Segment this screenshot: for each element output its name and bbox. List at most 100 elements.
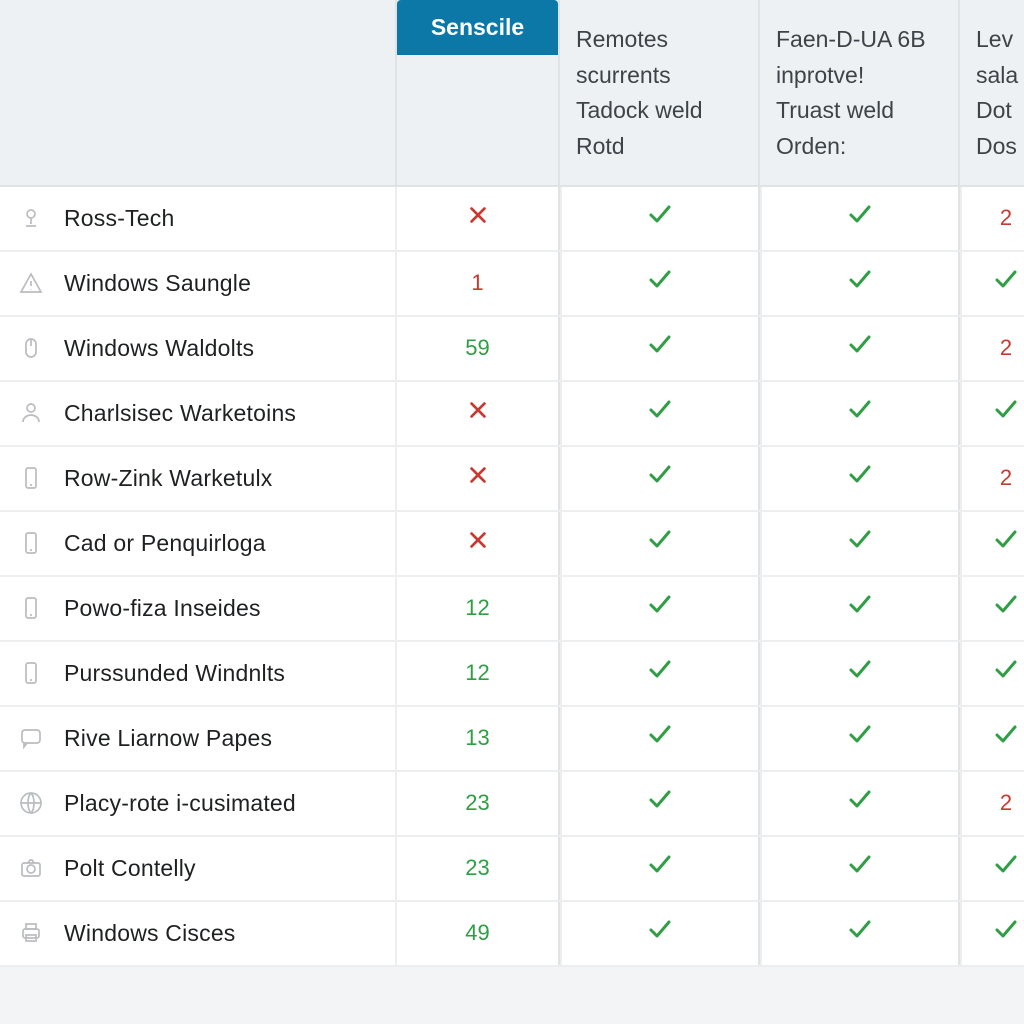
row-label: Charlsisec Warketoins (64, 400, 296, 427)
cell-col-d: 2 (960, 772, 1024, 835)
row-label: Cad or Penquirloga (64, 530, 266, 557)
printer-icon (16, 918, 46, 948)
check-icon (647, 592, 673, 624)
table-row[interactable]: Purssunded Windnlts12 (0, 642, 1024, 707)
check-icon (847, 852, 873, 884)
cell-col-b (560, 642, 760, 705)
row-label: Windows Cisces (64, 920, 236, 947)
header-col-d[interactable]: LevsalaDotDos (960, 0, 1024, 185)
check-icon (993, 592, 1019, 624)
cell-col-a: 23 (395, 772, 560, 835)
row-label: Windows Saungle (64, 270, 251, 297)
cell-col-d (960, 382, 1024, 445)
globe-icon (16, 788, 46, 818)
table-row[interactable]: Ross-Tech 2 (0, 187, 1024, 252)
row-label: Rive Liarnow Papes (64, 725, 272, 752)
cell-name: Purssunded Windnlts (0, 642, 395, 705)
cell-col-c (760, 837, 960, 900)
header-col-b-text: RemotesscurrentsTadock weldRotd (576, 22, 742, 165)
check-icon (847, 397, 873, 429)
cell-name: Polt Contelly (0, 837, 395, 900)
header-col-c[interactable]: Faen-D-UA 6Binprotve!Truast weldOrden: (760, 0, 960, 185)
check-icon (847, 462, 873, 494)
cell-col-c (760, 902, 960, 965)
header-col-a-pill: Senscile (397, 0, 558, 55)
cell-number: 2 (1000, 465, 1012, 491)
table-row[interactable]: Windows Saungle 1 (0, 252, 1024, 317)
cell-col-a: 49 (395, 902, 560, 965)
check-icon (993, 852, 1019, 884)
cell-number: 2 (1000, 790, 1012, 816)
check-icon (847, 267, 873, 299)
cell-col-c (760, 382, 960, 445)
table-row[interactable]: Row-Zink Warketulx2 (0, 447, 1024, 512)
pin-icon (16, 203, 46, 233)
cross-icon (467, 399, 489, 427)
cell-col-c (760, 707, 960, 770)
header-col-a[interactable]: Senscile (395, 0, 560, 185)
cell-col-a: 13 (395, 707, 560, 770)
cell-col-d: 2 (960, 447, 1024, 510)
cell-number: 49 (465, 920, 489, 946)
camera-icon (16, 853, 46, 883)
check-icon (993, 527, 1019, 559)
header-col-b[interactable]: RemotesscurrentsTadock weldRotd (560, 0, 760, 185)
check-icon (647, 267, 673, 299)
cell-col-c (760, 252, 960, 315)
table-row[interactable]: Charlsisec Warketoins (0, 382, 1024, 447)
table-row[interactable]: Powo-fiza Inseides 12 (0, 577, 1024, 642)
check-icon (647, 917, 673, 949)
header-col-c-text: Faen-D-UA 6Binprotve!Truast weldOrden: (776, 22, 942, 165)
cell-col-c (760, 772, 960, 835)
check-icon (847, 332, 873, 364)
cell-col-b (560, 512, 760, 575)
row-label: Polt Contelly (64, 855, 196, 882)
table-row[interactable]: Windows Waldolts592 (0, 317, 1024, 382)
cell-col-b (560, 252, 760, 315)
cell-number: 12 (465, 595, 489, 621)
table-header-row: Senscile RemotesscurrentsTadock weldRotd… (0, 0, 1024, 187)
cell-name: Windows Cisces (0, 902, 395, 965)
cell-col-d (960, 837, 1024, 900)
chat-icon (16, 723, 46, 753)
cell-number: 2 (1000, 205, 1012, 231)
table-row[interactable]: Rive Liarnow Papes 13 (0, 707, 1024, 772)
check-icon (993, 397, 1019, 429)
cell-col-d (960, 252, 1024, 315)
check-icon (993, 657, 1019, 689)
cell-number: 23 (465, 790, 489, 816)
cell-col-a: 23 (395, 837, 560, 900)
row-label: Placy-rote i-cusimated (64, 790, 296, 817)
check-icon (647, 462, 673, 494)
cell-col-a: 12 (395, 642, 560, 705)
cell-name: Windows Waldolts (0, 317, 395, 380)
cell-number: 23 (465, 855, 489, 881)
cell-col-a (395, 187, 560, 250)
table-row[interactable]: Polt Contelly 23 (0, 837, 1024, 902)
mouse-icon (16, 333, 46, 363)
cell-col-a (395, 512, 560, 575)
cell-number: 1 (471, 270, 483, 296)
check-icon (847, 657, 873, 689)
cell-col-c (760, 577, 960, 640)
header-col-d-text: LevsalaDotDos (976, 22, 1024, 165)
check-icon (647, 722, 673, 754)
cell-col-b (560, 837, 760, 900)
cell-name: Powo-fiza Inseides (0, 577, 395, 640)
row-label: Windows Waldolts (64, 335, 254, 362)
table-row[interactable]: Cad or Penquirloga (0, 512, 1024, 577)
cell-name: Charlsisec Warketoins (0, 382, 395, 445)
cross-icon (467, 529, 489, 557)
cell-name: Windows Saungle (0, 252, 395, 315)
phone-icon (16, 593, 46, 623)
cell-col-b (560, 707, 760, 770)
cell-name: Rive Liarnow Papes (0, 707, 395, 770)
person-icon (16, 398, 46, 428)
table-row[interactable]: Placy-rote i-cusimated 23 2 (0, 772, 1024, 837)
cell-col-b (560, 902, 760, 965)
cell-col-b (560, 187, 760, 250)
cell-col-b (560, 447, 760, 510)
table-row[interactable]: Windows Cisces 49 (0, 902, 1024, 967)
cell-name: Ross-Tech (0, 187, 395, 250)
phone-icon (16, 658, 46, 688)
